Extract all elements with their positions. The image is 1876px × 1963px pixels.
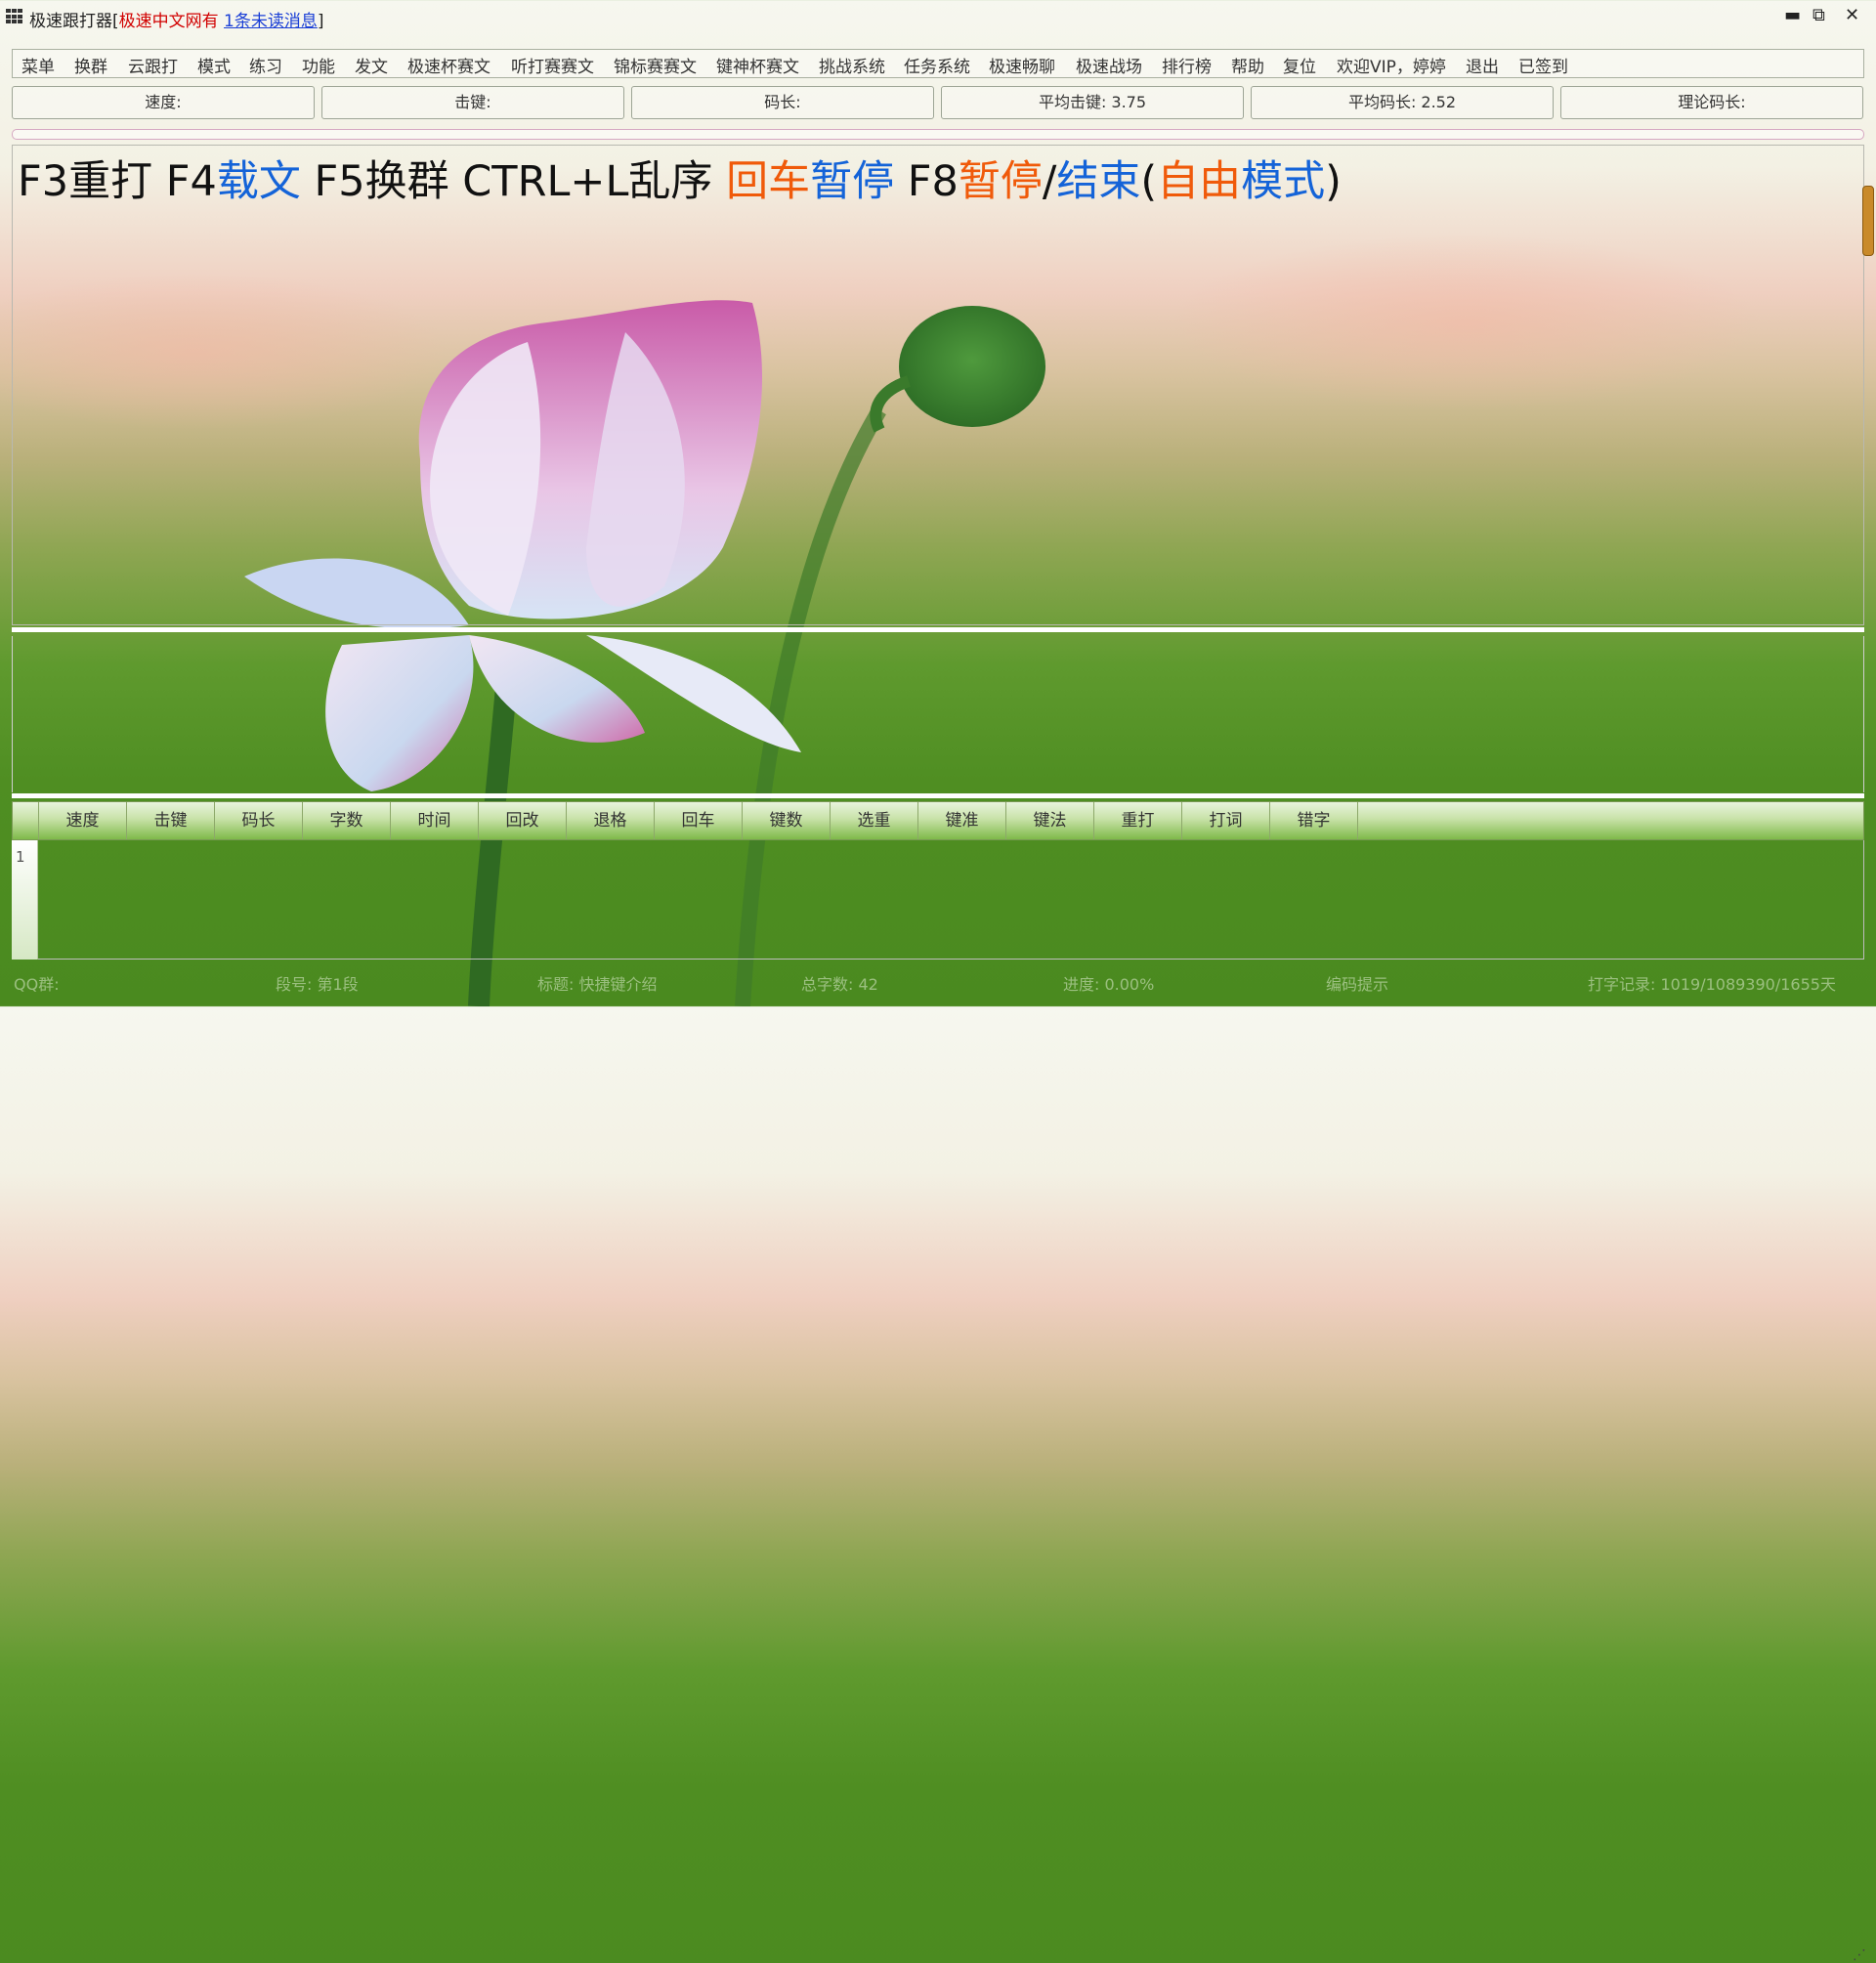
hint-part: / — [1042, 157, 1057, 206]
column-header[interactable]: 打词 — [1182, 802, 1270, 839]
column-header[interactable]: 字数 — [303, 802, 391, 839]
stat-keystroke: 击键: — [321, 86, 624, 119]
status-total-chars: 总字数: 42 — [801, 975, 878, 994]
column-header[interactable]: 速度 — [39, 802, 127, 839]
typing-progress-bar — [12, 129, 1864, 140]
splitter-top[interactable] — [12, 627, 1864, 632]
hint-part: F3重打 F4 — [18, 157, 217, 206]
minimize-button[interactable]: ▬ — [1784, 5, 1801, 25]
title-bar: 极速跟打器[极速中文网有 1条未读消息] ▬ ⧉ ✕ — [0, 0, 1876, 35]
column-header[interactable]: 重打 — [1094, 802, 1182, 839]
hint-part: 自由 — [1157, 157, 1242, 206]
hint-part: 回车 — [726, 157, 811, 206]
column-header[interactable]: 键法 — [1006, 802, 1094, 839]
grid-corner — [13, 802, 39, 839]
app-menu-icon[interactable] — [6, 9, 23, 24]
hint-part: 模式 — [1241, 157, 1326, 206]
menu-item-keygod-cup[interactable]: 键神杯赛文 — [716, 53, 799, 77]
menu-item-championship[interactable]: 锦标赛赛文 — [614, 53, 697, 77]
menu-item-signed-in[interactable]: 已签到 — [1518, 53, 1568, 77]
status-segment: 段号: 第1段 — [276, 975, 359, 994]
status-record: 打字记录: 1019/1089390/1655天 — [1588, 975, 1836, 994]
shortcut-hint-text: F3重打 F4载文 F5换群 CTRL+L乱序 回车暂停 F8暂停/结束(自由模… — [18, 154, 1342, 209]
menu-item-listen-match[interactable]: 听打赛赛文 — [511, 53, 594, 77]
hint-part: F5换群 CTRL+L乱序 — [300, 157, 727, 206]
app-name: 极速跟打器[ — [29, 12, 119, 31]
restore-button[interactable]: ⧉ — [1812, 5, 1825, 25]
title-close-bracket: ] — [317, 12, 324, 31]
stat-theory-code-length: 理论码长: — [1560, 86, 1863, 119]
menu-item-send-text[interactable]: 发文 — [355, 53, 388, 77]
menu-item-chat[interactable]: 极速畅聊 — [989, 53, 1055, 77]
splitter-bottom[interactable] — [12, 793, 1864, 798]
column-header[interactable]: 码长 — [215, 802, 303, 839]
status-title: 标题: 快捷键介绍 — [537, 975, 658, 994]
hint-part: 结束 — [1056, 157, 1141, 206]
stat-avg-code-length: 平均码长: 2.52 — [1251, 86, 1554, 119]
close-button[interactable]: ✕ — [1845, 5, 1859, 25]
status-qq-group: QQ群: — [14, 975, 60, 994]
status-code-hint[interactable]: 编码提示 — [1326, 971, 1388, 995]
hint-part: ) — [1325, 157, 1342, 206]
menu-item-reset[interactable]: 复位 — [1283, 53, 1316, 77]
row-number[interactable]: 1 — [16, 848, 25, 866]
hint-part: 暂停 — [958, 157, 1043, 206]
stat-avg-keystroke: 平均击键: 3.75 — [941, 86, 1244, 119]
column-header[interactable]: 时间 — [391, 802, 479, 839]
stat-speed: 速度: — [12, 86, 315, 119]
column-header[interactable]: 错字 — [1270, 802, 1358, 839]
window-title: 极速跟打器[极速中文网有 1条未读消息] — [29, 7, 324, 31]
unread-messages-link[interactable]: 1条未读消息 — [224, 12, 318, 31]
article-display-area[interactable] — [12, 145, 1864, 625]
column-header[interactable]: 回改 — [479, 802, 567, 839]
menu-item-switch-group[interactable]: 换群 — [74, 53, 107, 77]
column-header[interactable]: 选重 — [831, 802, 918, 839]
column-header[interactable]: 键准 — [918, 802, 1006, 839]
typing-input-area[interactable] — [12, 636, 1864, 792]
menu-item-jisu-cup[interactable]: 极速杯赛文 — [407, 53, 490, 77]
menu-item-help[interactable]: 帮助 — [1231, 53, 1264, 77]
hint-part: 暂停 — [810, 157, 895, 206]
menu-item-menu[interactable]: 菜单 — [21, 53, 55, 77]
menu-item-challenge[interactable]: 挑战系统 — [819, 53, 885, 77]
menu-item-tasks[interactable]: 任务系统 — [904, 53, 970, 77]
hint-part: F8 — [894, 157, 959, 206]
menu-item-logout[interactable]: 退出 — [1466, 53, 1499, 77]
results-grid-body[interactable] — [12, 840, 1864, 960]
menu-item-practice[interactable]: 练习 — [249, 53, 282, 77]
menu-item-cloud[interactable]: 云跟打 — [128, 53, 178, 77]
status-bar: QQ群: 段号: 第1段 标题: 快捷键介绍 总字数: 42 进度: 0.00%… — [0, 967, 1876, 1963]
menu-item-vip-user[interactable]: 欢迎VIP，婷婷 — [1337, 53, 1446, 77]
resize-grip-icon[interactable]: ⋰ — [1853, 1947, 1866, 1963]
column-header[interactable]: 击键 — [127, 802, 215, 839]
column-header[interactable]: 键数 — [743, 802, 831, 839]
hint-part: ( — [1140, 157, 1158, 206]
menu-item-ranking[interactable]: 排行榜 — [1162, 53, 1212, 77]
stat-code-length: 码长: — [631, 86, 934, 119]
article-scrollbar-thumb[interactable] — [1862, 186, 1874, 256]
results-grid-header: 速度 击键 码长 字数 时间 回改 退格 回车 键数 选重 键准 键法 重打 打… — [12, 801, 1864, 840]
menu-item-function[interactable]: 功能 — [302, 53, 335, 77]
menu-item-battle[interactable]: 极速战场 — [1076, 53, 1142, 77]
site-name: 极速中文网有 — [118, 12, 219, 31]
hint-part: 载文 — [216, 157, 301, 206]
status-progress: 进度: 0.00% — [1063, 975, 1155, 994]
menu-bar: 菜单 换群 云跟打 模式 练习 功能 发文 极速杯赛文 听打赛赛文 锦标赛赛文 … — [12, 49, 1864, 78]
column-header[interactable]: 退格 — [567, 802, 655, 839]
menu-item-mode[interactable]: 模式 — [197, 53, 231, 77]
column-header[interactable]: 回车 — [655, 802, 743, 839]
